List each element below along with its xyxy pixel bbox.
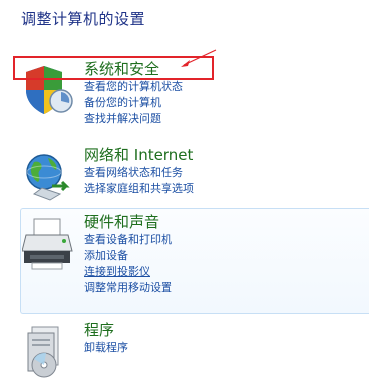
annotation-highlight-box <box>13 56 214 80</box>
link-uninstall-program[interactable]: 卸载程序 <box>84 340 128 356</box>
programs-icon[interactable] <box>22 325 76 379</box>
category-title-network-internet[interactable]: 网络和 Internet <box>84 146 194 165</box>
link-connect-projector[interactable]: 连接到投影仪 <box>84 264 172 280</box>
link-troubleshoot[interactable]: 查找并解决问题 <box>84 111 183 127</box>
link-add-device[interactable]: 添加设备 <box>84 248 172 264</box>
link-backup-computer[interactable]: 备份您的计算机 <box>84 95 183 111</box>
link-view-computer-status[interactable]: 查看您的计算机状态 <box>84 79 183 95</box>
printer-icon[interactable] <box>21 217 76 271</box>
category-title-programs[interactable]: 程序 <box>84 321 128 340</box>
link-devices-printers[interactable]: 查看设备和打印机 <box>84 232 172 248</box>
network-globe-icon[interactable] <box>22 150 76 204</box>
category-title-hardware-sound[interactable]: 硬件和声音 <box>84 213 172 232</box>
link-view-network-status[interactable]: 查看网络状态和任务 <box>84 165 194 181</box>
page-title: 调整计算机的设置 <box>21 10 146 28</box>
link-mobility-settings[interactable]: 调整常用移动设置 <box>84 280 172 296</box>
link-homegroup-sharing[interactable]: 选择家庭组和共享选项 <box>84 181 194 197</box>
